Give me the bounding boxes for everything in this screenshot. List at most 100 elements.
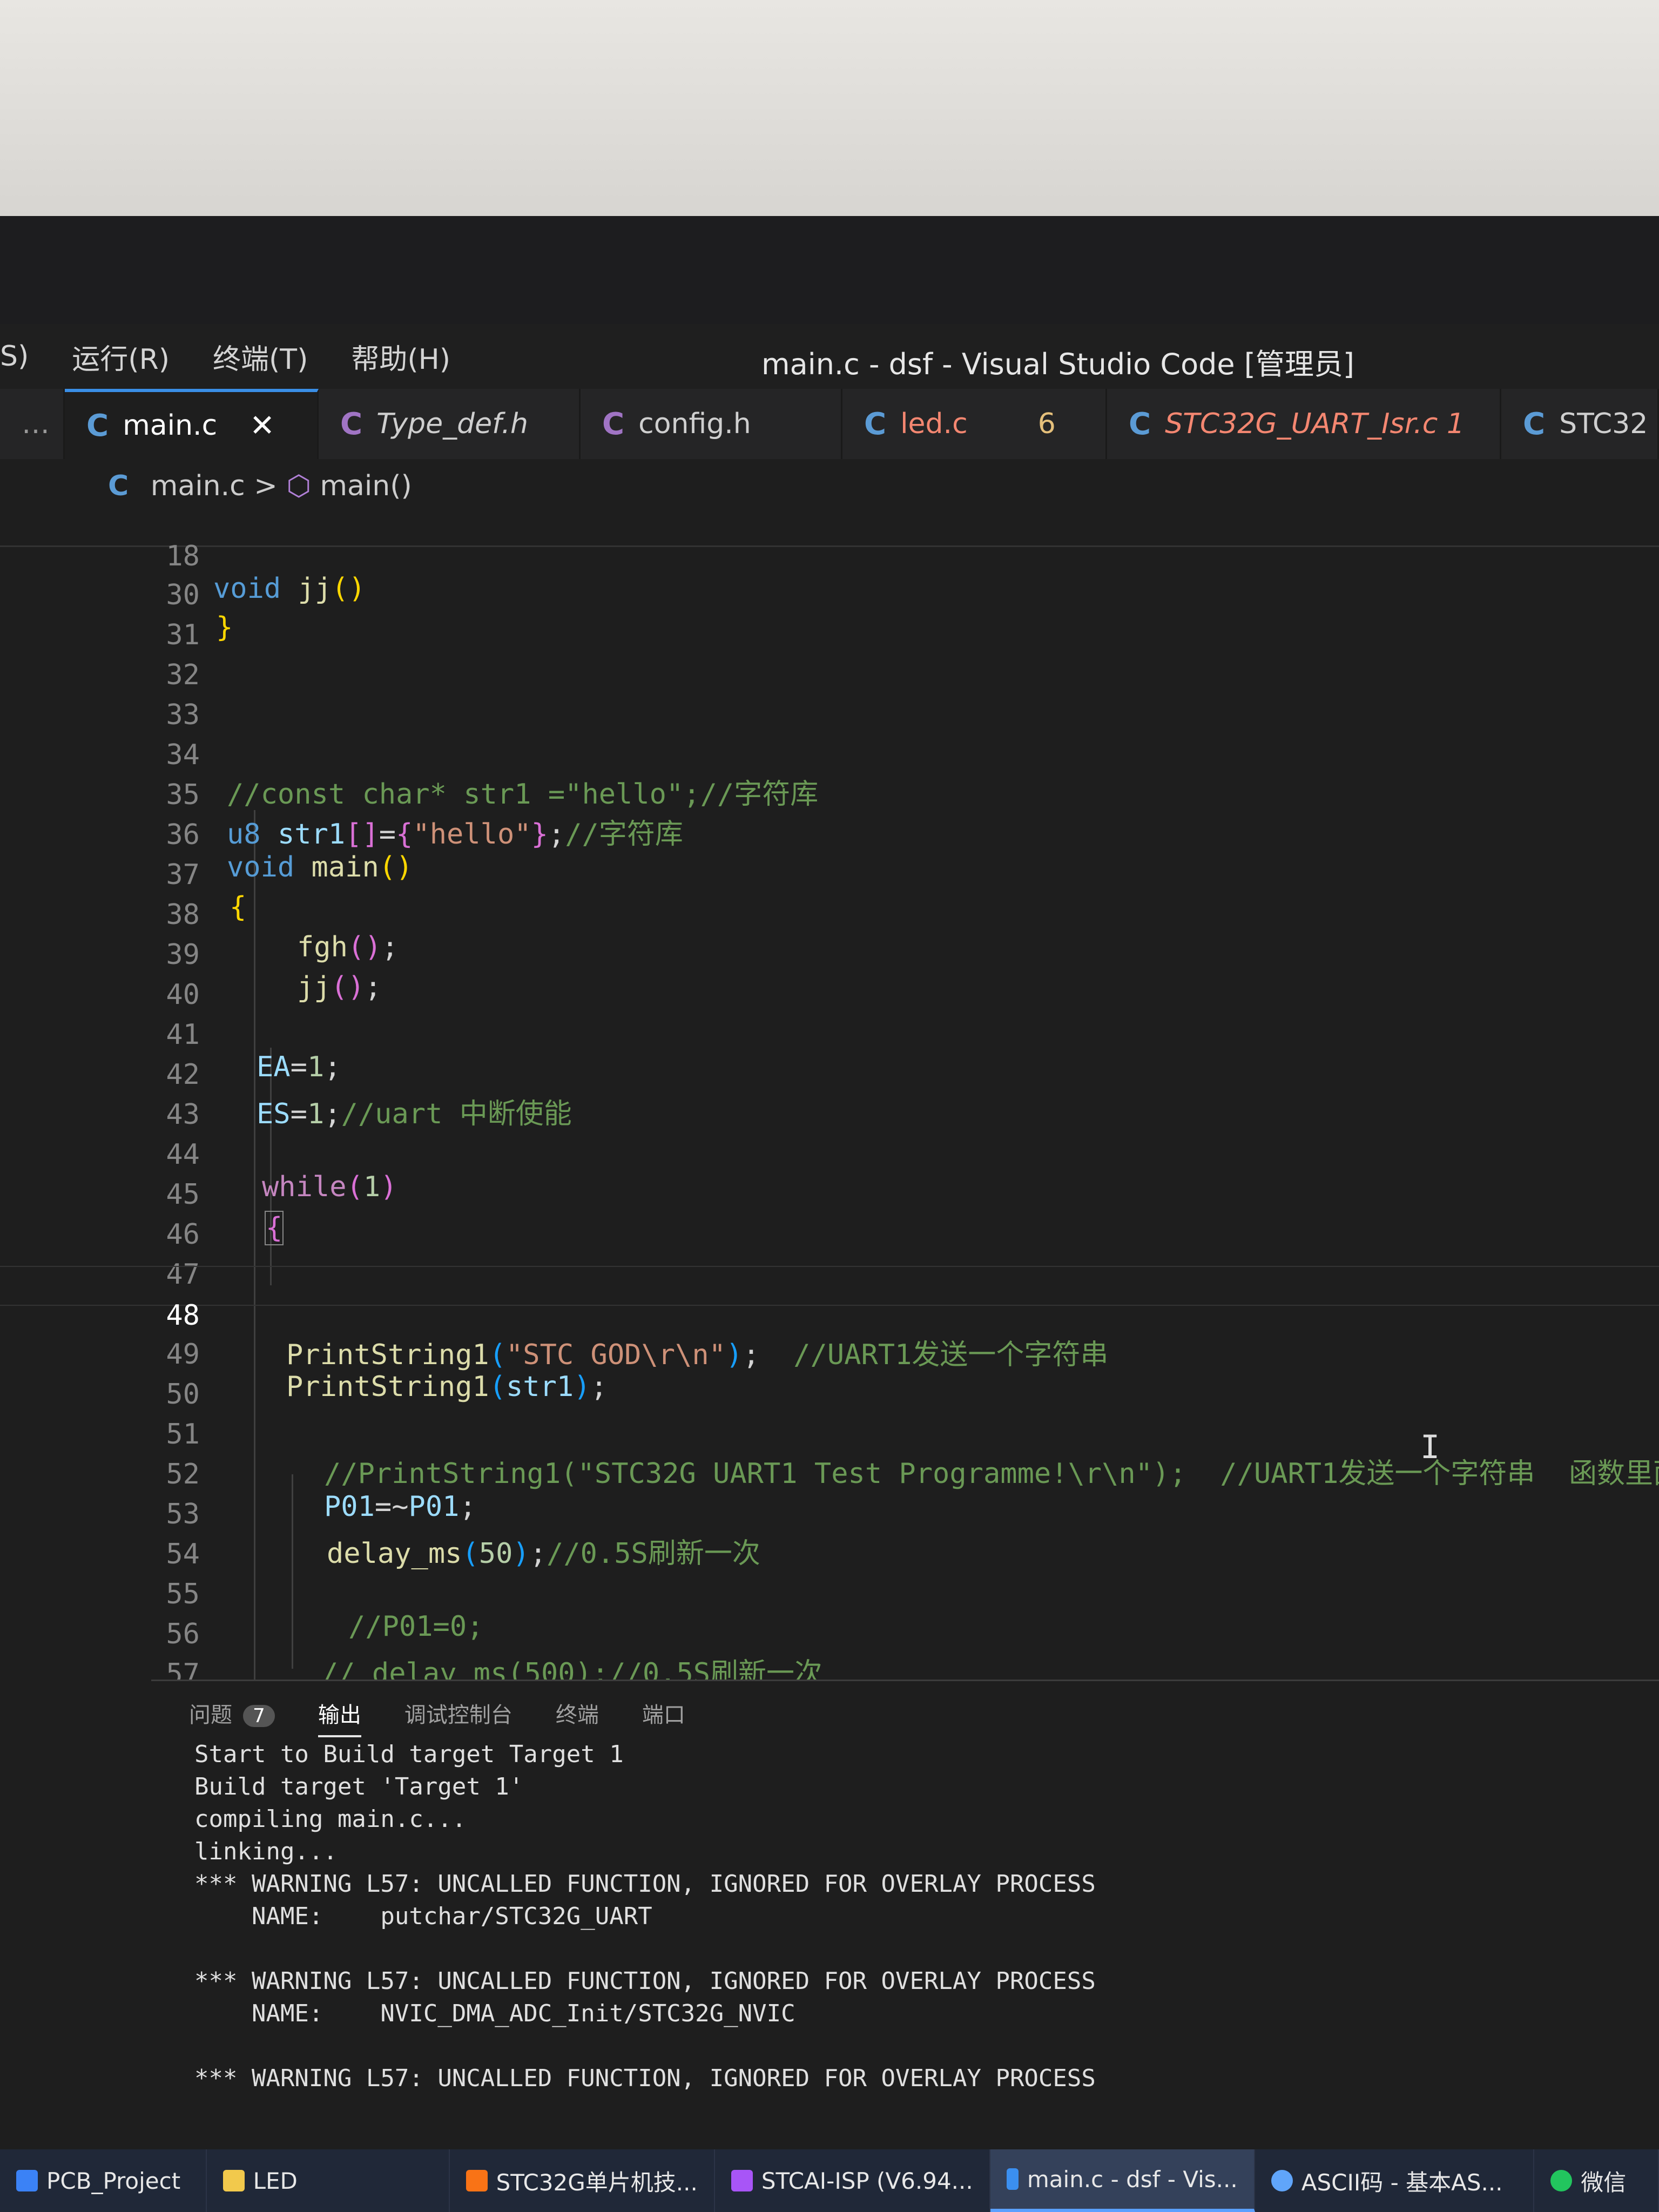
code-line: 35 u8 str1[]={"hello"};//字符库 [0,746,1659,851]
taskbar-label: STC32G单片机技... [496,2169,698,2196]
editor-tabs: … C main.c ✕ C Type_def.h C config.h C l… [0,389,1659,459]
output-line: compiling main.c... [194,1805,467,1833]
code-line: 53 delay_ms(50);//0.5S刷新一次 [0,1466,1659,1570]
taskbar-label: PCB_Project [46,2167,181,2194]
breadcrumb-symbol[interactable]: main() [320,470,412,502]
output-line: NAME: NVIC_DMA_ADC_Init/STC32G_NVIC [194,2000,795,2027]
tab-config-h[interactable]: C config.h [581,389,842,459]
tab-label: Type_def.h [376,408,529,440]
bottom-panel: 问题 7 输出 调试控制台 终端 端口 Start to Build target… [151,1680,1659,2129]
tab-label: main.c [123,409,218,442]
c-file-icon: C [86,408,109,443]
taskbar: PCB_Project LED STC32G单片机技... STCAI-ISP … [0,2149,1659,2212]
c-file-icon: C [1129,406,1151,442]
taskbar-item-pcb-project[interactable]: PCB_Project [0,2149,207,2212]
code-line: 37 { [0,826,1659,923]
code-line: 18 void jj() [0,508,1659,605]
code-line: 33 [0,666,1659,731]
panel-tabs: 问题 7 输出 调试控制台 终端 端口 [189,1697,729,1737]
code-line: 43 [0,1066,1659,1131]
tab-led-c[interactable]: C led.c 6 [842,389,1107,459]
c-file-icon: C [1523,406,1546,442]
laptop-bezel [0,216,1659,495]
taskbar-item-vscode[interactable]: main.c - dsf - Vis... [990,2149,1255,2212]
code-line: 32 [0,626,1659,691]
folder-icon [222,2170,245,2191]
code-line: 49 PrintString1(str1); [0,1306,1659,1403]
code-line: 31 [0,586,1659,651]
c-header-icon: C [602,406,625,442]
output-line: Start to Build target Target 1 [194,1741,624,1768]
taskbar-item-ascii[interactable]: ASCII码 - 基本AS... [1255,2149,1535,2212]
output-line: *** WARNING L57: UNCALLED FUNCTION, IGNO… [194,1967,1096,1995]
taskbar-label: 微信 [1581,2169,1627,2196]
tab-stc32g-uart-isr-c[interactable]: C STC32G_UART_Isr.c 1 [1107,389,1501,459]
background-wall [0,0,1659,216]
code-line: 38 fgh(); [0,866,1659,963]
vscode-icon [1006,2168,1019,2190]
tab-ports[interactable]: 端口 [642,1697,685,1737]
screen: S) 运行(R) 终端(T) 帮助(H) main.c - dsf - Visu… [0,324,1659,2212]
wechat-icon [1550,2170,1573,2191]
c-file-icon: C [108,470,129,502]
pdf-icon [466,2170,488,2191]
code-line: 36 void main() [0,786,1659,884]
breadcrumb-file[interactable]: main.c [151,470,245,502]
tab-output[interactable]: 输出 [318,1697,361,1737]
menu-selection[interactable]: S) [0,340,29,373]
code-line: 56 // delay_ms(500);//0.5S刷新一次 [0,1586,1659,1690]
output-line: *** WARNING L57: UNCALLED FUNCTION, IGNO… [194,2065,1096,2092]
tab-label: 问题 [189,1703,232,1728]
code-line: 34 //const char* str1 ="hello";//字符库 [0,706,1659,811]
code-line: 51 //PrintString1("STC32G UART1 Test Pro… [0,1386,1659,1490]
output-line: linking... [194,1838,338,1865]
window-title: main.c - dsf - Visual Studio Code [管理员] [761,347,1354,381]
tab-terminal[interactable]: 终端 [556,1697,599,1737]
text-cursor-icon: I [1420,1428,1440,1466]
taskbar-item-wechat[interactable]: 微信 [1534,2149,1659,2212]
output-line: NAME: putchar/STC32G_UART [194,1903,652,1930]
problem-count-badge: 7 [243,1705,275,1727]
code-line: 40 [0,946,1659,1011]
code-line: 55 //P01=0; [0,1546,1659,1643]
title-bar: S) 运行(R) 终端(T) 帮助(H) main.c - dsf - Visu… [0,324,1659,389]
breadcrumb-separator: > [254,470,278,502]
tab-type-def-h[interactable]: C Type_def.h [319,389,581,459]
close-icon[interactable]: ✕ [249,408,275,443]
function-symbol-icon: ⬡ [286,470,311,502]
taskbar-item-led[interactable]: LED [207,2149,450,2212]
output-line: Build target 'Target 1' [194,1773,524,1800]
tab-main-c[interactable]: C main.c ✕ [65,389,319,459]
tab-problems[interactable]: 问题 7 [189,1697,275,1737]
taskbar-item-stcai-isp[interactable]: STCAI-ISP (V6.94... [715,2149,990,2212]
code-line: 46 [0,1186,1659,1251]
tab-label: led.c [900,408,968,440]
c-file-icon: C [864,406,887,442]
menu-help[interactable]: 帮助(H) [351,336,450,377]
problem-count-badge: 6 [1037,408,1056,440]
tab-label: STC32G_UART_Isr.c 1 [1165,408,1465,440]
output-line: *** WARNING L57: UNCALLED FUNCTION, IGNO… [194,1870,1096,1898]
code-line-current: 48 PrintString1("STC GOD\r\n"); //UART1发… [0,1266,1659,1371]
tab-debug-console[interactable]: 调试控制台 [404,1697,512,1737]
taskbar-label: LED [253,2167,298,2194]
folder-icon [16,2170,38,2191]
code-line: 30 } [0,547,1659,644]
code-line: 54 [0,1506,1659,1570]
tab-stc32[interactable]: C STC32 [1501,389,1659,459]
code-line: 39 jj(); [0,906,1659,1003]
code-editor[interactable]: 18 void jj() 30 } 31 32 33 34 //const ch… [0,508,1659,1763]
isp-tool-icon [731,2170,753,2191]
code-line: 50 [0,1346,1659,1411]
taskbar-item-stc32g-doc[interactable]: STC32G单片机技... [450,2149,715,2212]
menu-terminal[interactable]: 终端(T) [213,336,308,377]
code-line: 47 [0,1226,1659,1291]
c-header-icon: C [340,406,363,442]
taskbar-label: ASCII码 - 基本AS... [1301,2169,1503,2196]
taskbar-label: main.c - dsf - Vis... [1027,2166,1238,2193]
code-line: 44 while(1) [0,1106,1659,1203]
more-icon[interactable]: … [0,389,65,459]
menu-run[interactable]: 运行(R) [72,336,170,377]
browser-icon [1271,2170,1293,2191]
tab-label: config.h [638,408,751,440]
